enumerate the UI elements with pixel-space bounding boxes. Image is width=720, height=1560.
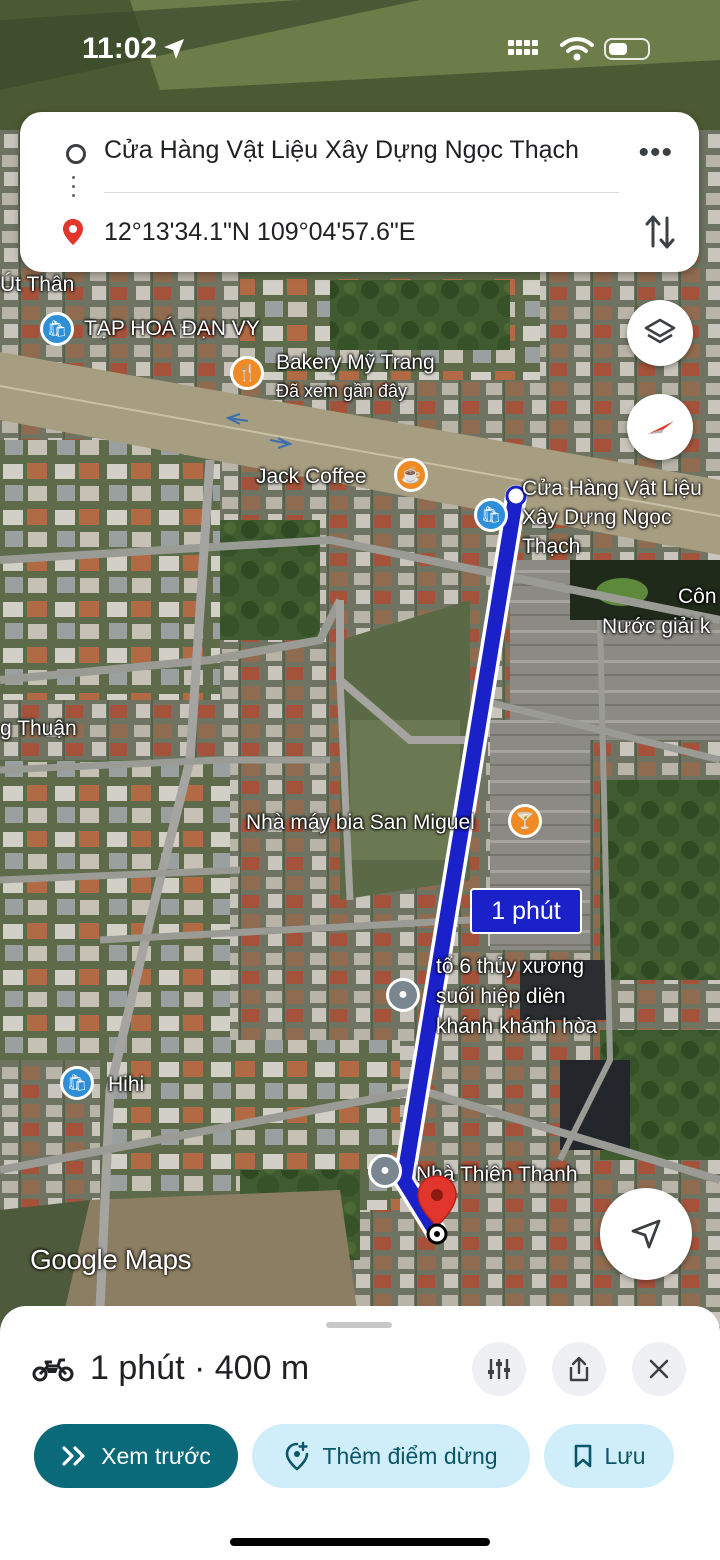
map-label-ut-than[interactable]: Út Thân	[0, 270, 74, 299]
map-label-bakery[interactable]: Bakery Mỹ Trang	[276, 348, 435, 377]
map-label-g-thuan[interactable]: g Thuận	[0, 714, 77, 743]
map-label-origin-line2[interactable]: Xây Dựng Ngọc	[522, 503, 671, 532]
map-label-nuoc-giai[interactable]: Nước giải k	[602, 612, 710, 641]
layers-icon	[644, 318, 676, 344]
close-button[interactable]	[632, 1342, 686, 1396]
preview-button[interactable]: Xem trước	[34, 1424, 238, 1488]
double-chevron-right-icon	[62, 1446, 85, 1466]
add-stop-pin-icon	[286, 1441, 309, 1471]
wifi-icon	[560, 37, 594, 61]
route-card: Cửa Hàng Vật Liệu Xây Dựng Ngọc Thạch ••…	[20, 112, 699, 272]
bookmark-icon	[574, 1444, 591, 1468]
map-label-jack-coffee[interactable]: Jack Coffee	[256, 462, 367, 491]
map-label-tap-hoa[interactable]: TẠP HOÁ ĐẠN VY	[84, 314, 260, 343]
save-button-label: Lưu	[604, 1442, 646, 1469]
route-time-badge: 1 phút	[470, 888, 582, 934]
map-label-to6-line1[interactable]: tổ 6 thủy xương	[436, 952, 584, 981]
more-options-button[interactable]: •••	[638, 136, 673, 170]
shopping-bag-icon[interactable]: 🛍	[60, 1066, 94, 1100]
location-marker-icon[interactable]: ●	[386, 978, 420, 1012]
route-options-button[interactable]	[472, 1342, 526, 1396]
drag-handle[interactable]	[326, 1322, 392, 1328]
destination-pin-icon[interactable]	[414, 1174, 460, 1250]
map-label-con[interactable]: Côn	[678, 582, 717, 611]
destination-pin-icon	[63, 219, 83, 245]
cocktail-glass-icon[interactable]: 🍸	[508, 804, 542, 838]
map-label-origin-line3[interactable]: Thạch	[522, 532, 580, 561]
route-summary: 1 phút · 400 m	[32, 1346, 309, 1390]
my-location-button[interactable]	[600, 1188, 692, 1280]
route-summary-text: 1 phút · 400 m	[90, 1348, 310, 1387]
divider	[104, 192, 619, 193]
share-button[interactable]	[552, 1342, 606, 1396]
map-label-origin-line1[interactable]: Cửa Hàng Vật Liệu	[522, 474, 702, 503]
preview-button-label: Xem trước	[101, 1442, 211, 1469]
map-label-to6-line2[interactable]: suối hiệp diên	[436, 982, 566, 1011]
origin-circle-icon	[66, 144, 86, 164]
map-label-nha-may-bia[interactable]: Nhà máy bia San Miguel	[246, 808, 475, 837]
restaurant-icon[interactable]: 🍴	[230, 356, 264, 390]
cellular-signal-icon	[508, 40, 538, 55]
origin-field[interactable]: Cửa Hàng Vật Liệu Xây Dựng Ngọc Thạch	[104, 136, 579, 165]
swap-arrows-icon[interactable]	[645, 212, 675, 252]
location-marker-icon[interactable]: ●	[368, 1154, 402, 1188]
shopping-bag-icon[interactable]: 🛍	[474, 498, 508, 532]
navigation-arrow-icon	[631, 1219, 661, 1249]
map-label-bakery-sub: Đã xem gần đây	[276, 381, 408, 401]
compass-icon	[648, 421, 674, 434]
layers-button[interactable]	[627, 300, 693, 366]
battery-icon	[604, 38, 650, 60]
sliders-icon	[488, 1359, 510, 1379]
location-arrow-icon	[164, 39, 184, 59]
map-label-to6-line3[interactable]: khánh khánh hòa	[436, 1012, 597, 1041]
compass-button[interactable]	[627, 394, 693, 460]
map-label-hihi[interactable]: Hihi	[108, 1070, 144, 1099]
close-icon	[649, 1359, 669, 1379]
google-maps-watermark: Google Maps	[30, 1244, 192, 1275]
status-time: 11:02	[82, 32, 158, 65]
coffee-cup-icon[interactable]: ☕	[394, 458, 428, 492]
motorcycle-icon	[32, 1358, 74, 1382]
shopping-bag-icon[interactable]: 🛍	[40, 312, 74, 346]
share-icon	[569, 1356, 589, 1382]
home-indicator[interactable]	[230, 1538, 490, 1546]
save-button[interactable]: Lưu	[544, 1424, 674, 1488]
route-dots	[72, 176, 76, 203]
add-stop-button-label: Thêm điểm dừng	[322, 1442, 498, 1469]
bottom-sheet: 1 phút · 400 m Xem trước Thêm điểm dừng	[0, 1306, 720, 1560]
add-stop-button[interactable]: Thêm điểm dừng	[252, 1424, 530, 1488]
destination-field[interactable]: 12°13'34.1"N 109°04'57.6"E	[104, 218, 415, 247]
status-bar: 11:02	[0, 0, 720, 100]
